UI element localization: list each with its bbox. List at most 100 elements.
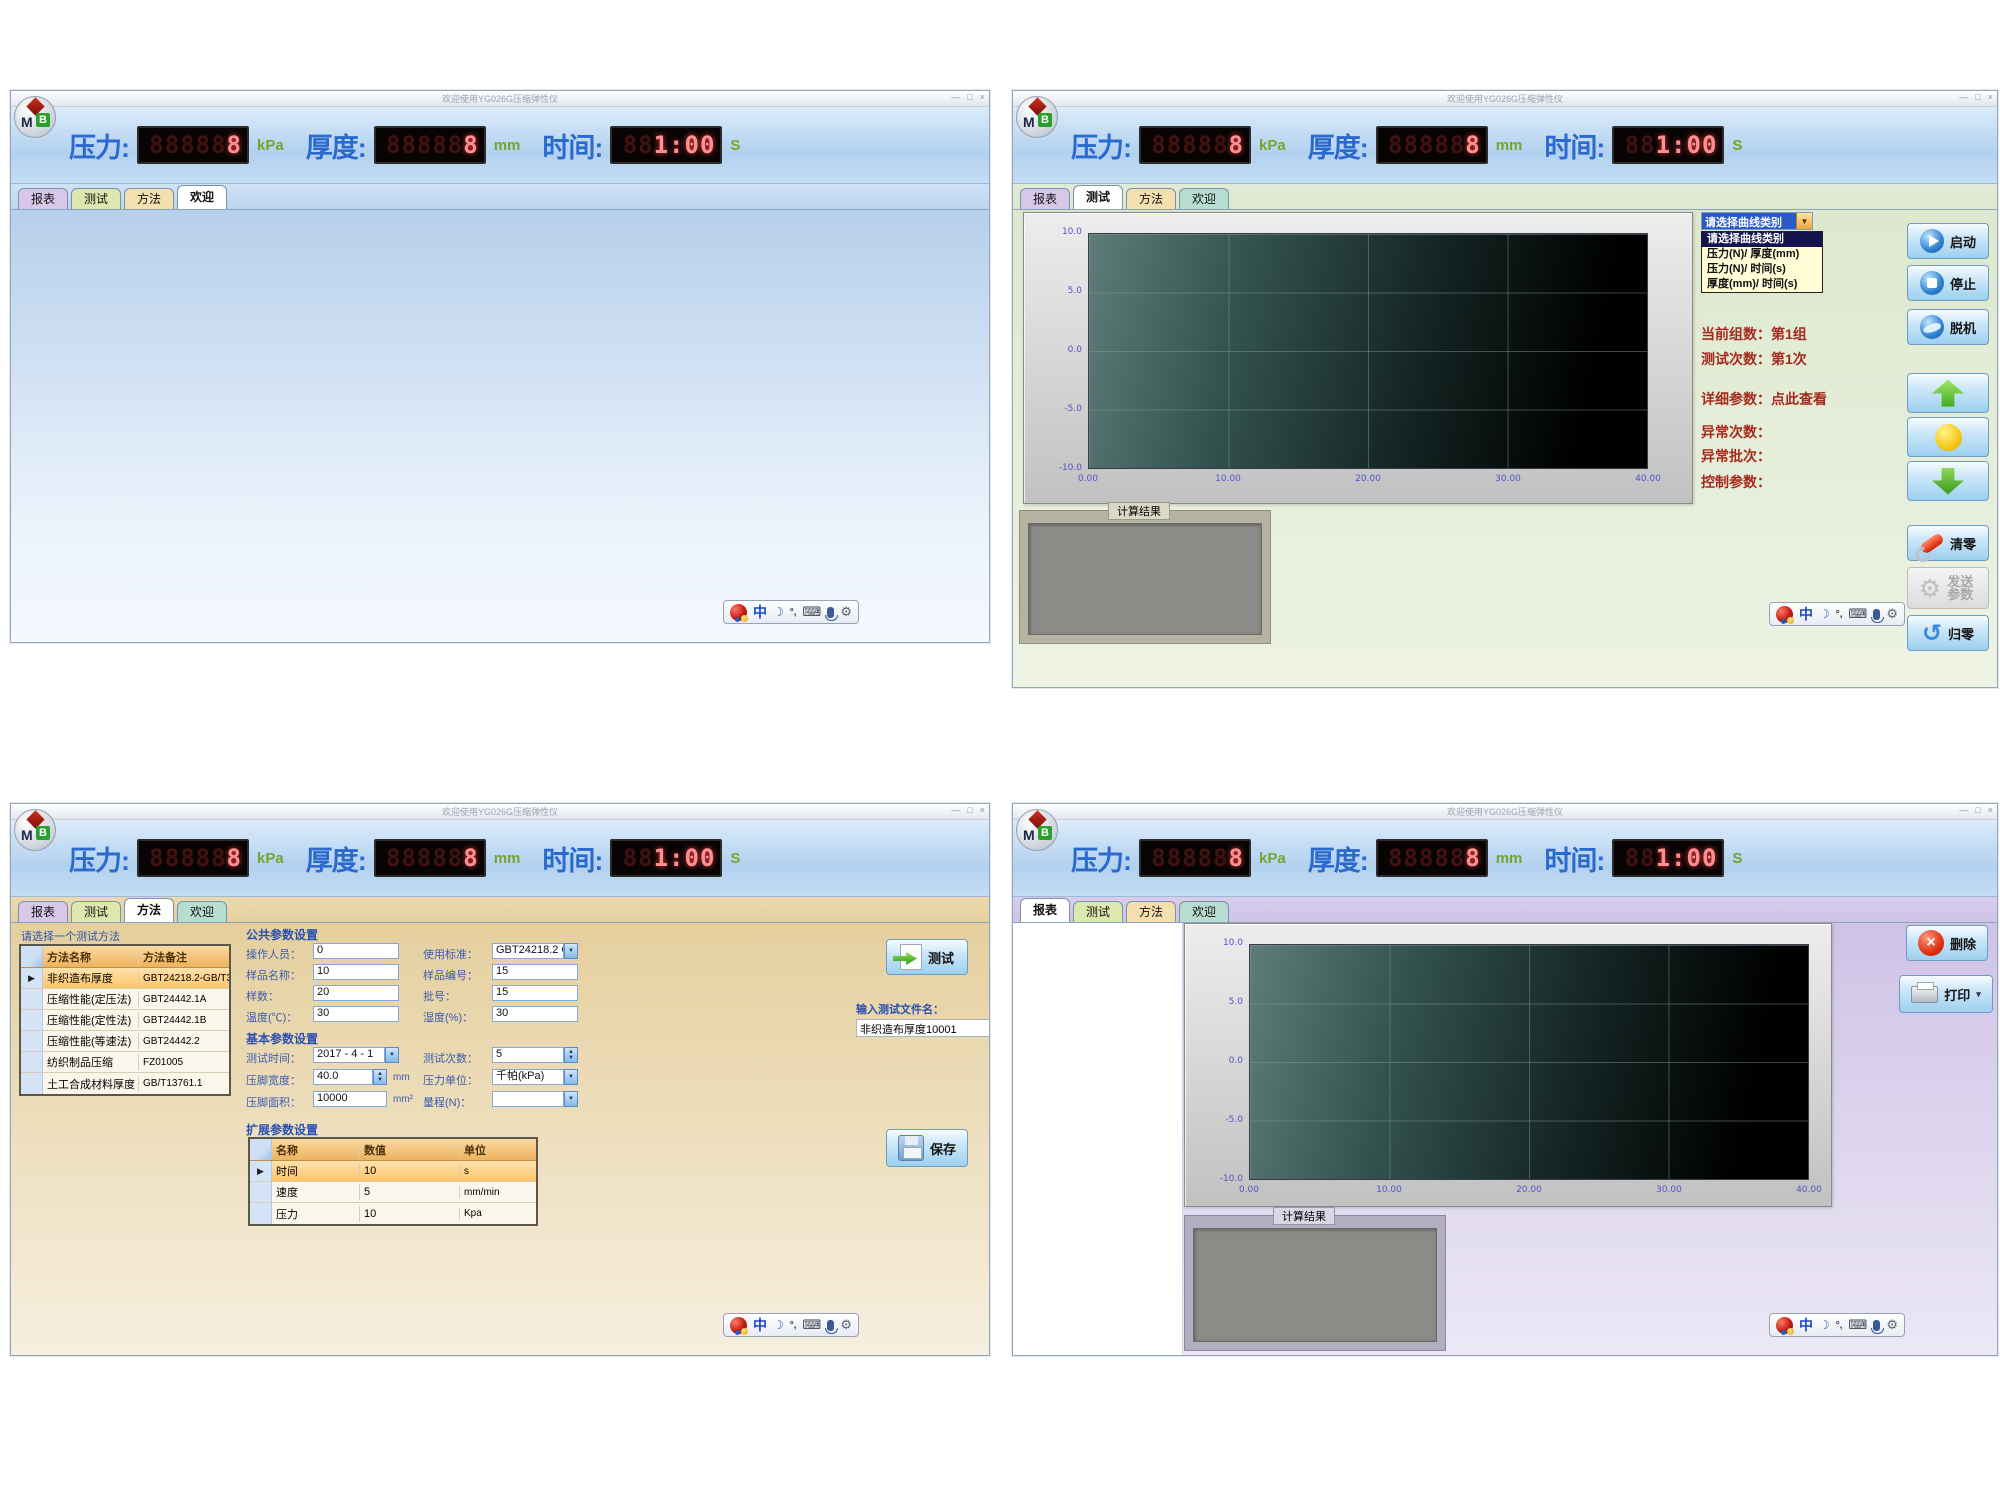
close-button[interactable]: × [1988,805,1993,815]
date-dropdown-icon[interactable]: ▼ [385,1047,399,1063]
minimize-button[interactable]: — [951,92,960,102]
stop-button[interactable]: 停止 [1907,265,1989,301]
tab-report[interactable]: 报表 [1020,188,1070,209]
close-button[interactable]: × [980,805,985,815]
presser-width-spinner[interactable]: 40.0 [313,1069,373,1085]
ime-keyboard-icon[interactable]: ⌨ [803,605,822,620]
range-dropdown-icon[interactable]: ▼ [564,1091,578,1107]
titlebar[interactable]: 欢迎使用YG026G压缩弹性仪 — □ × [1013,804,1997,820]
ime-microphone-icon[interactable] [827,607,834,618]
unit-dropdown-icon[interactable]: ▼ [564,1069,578,1085]
save-button[interactable]: 保存 [886,1129,968,1167]
spinner-icon[interactable]: ▲▼ [373,1069,387,1085]
offline-button[interactable]: 脱机 [1907,309,1989,345]
method-row[interactable]: 压缩性能(定压法) GBT24442.1A [21,989,229,1010]
ime-language-bar[interactable]: 中 ☽ °, ⌨ ⚙ [1769,602,1905,626]
ime-settings-icon[interactable]: ⚙ [840,1318,852,1333]
ime-settings-icon[interactable]: ⚙ [1886,1318,1898,1333]
delete-button[interactable]: × 删除 [1906,925,1988,961]
ime-fullhalf-icon[interactable]: ☽ [773,605,784,619]
dropdown-option[interactable]: 请选择曲线类别 [1702,232,1822,247]
dropdown-arrow-icon[interactable]: ▼ [1796,213,1812,229]
method-row[interactable]: 压缩性能(定性法) GBT24442.1B [21,1010,229,1031]
start-button[interactable]: 启动 [1907,223,1989,259]
dropdown-option[interactable]: 厚度(mm)/ 时间(s) [1702,277,1822,292]
temperature-input[interactable]: 30 [313,1006,399,1022]
dropdown-option[interactable]: 压力(N)/ 厚度(mm) [1702,247,1822,262]
ime-keyboard-icon[interactable]: ⌨ [1849,1318,1868,1333]
dropdown-option[interactable]: 压力(N)/ 时间(s) [1702,262,1822,277]
tab-method[interactable]: 方法 [124,188,174,209]
minimize-button[interactable]: — [1959,805,1968,815]
ime-language-bar[interactable]: 中 ☽ °, ⌨ ⚙ [723,1313,859,1337]
method-row[interactable]: 纺织制品压缩 FZ01005 [21,1052,229,1073]
hold-button[interactable] [1907,417,1989,457]
ime-logo-icon[interactable] [1776,1317,1793,1334]
curve-type-value[interactable]: 请选择曲线类别 [1702,213,1796,229]
maximize-button[interactable]: □ [967,92,972,102]
ime-language-icon[interactable]: 中 [753,1315,767,1335]
filename-input[interactable]: 非织造布厚度10001 [856,1019,989,1037]
maximize-button[interactable]: □ [1975,805,1980,815]
method-row[interactable]: 压缩性能(等速法) GBT24442.2 [21,1031,229,1052]
pressure-unit-select[interactable]: 千帕(kPa) [492,1069,564,1085]
method-row[interactable]: ▶ 非织造布厚度 GBT24218.2-GB/T3820 [21,968,229,989]
ime-punctuation-icon[interactable]: °, [1836,1320,1843,1331]
ime-fullhalf-icon[interactable]: ☽ [1819,1318,1830,1332]
extended-row[interactable]: 速度 5 mm/min [250,1182,536,1203]
send-params-button[interactable]: ⚙ 发送参数 [1907,567,1989,609]
test-count-spinner[interactable]: 5 [492,1047,564,1063]
ime-microphone-icon[interactable] [827,1320,834,1331]
tab-welcome[interactable]: 欢迎 [177,901,227,922]
move-up-button[interactable] [1907,373,1989,413]
humidity-input[interactable]: 30 [492,1006,578,1022]
ime-keyboard-icon[interactable]: ⌨ [803,1318,822,1333]
ime-language-icon[interactable]: 中 [1799,1315,1813,1335]
tab-test[interactable]: 测试 [1073,901,1123,922]
ime-language-icon[interactable]: 中 [753,602,767,622]
ime-microphone-icon[interactable] [1873,609,1880,620]
ime-language-bar[interactable]: 中 ☽ °, ⌨ ⚙ [1769,1313,1905,1337]
minimize-button[interactable]: — [1959,92,1968,102]
sample-count-input[interactable]: 20 [313,985,399,1001]
operator-input[interactable]: 0 [313,943,399,959]
maximize-button[interactable]: □ [1975,92,1980,102]
range-select[interactable] [492,1091,564,1107]
print-button[interactable]: 打印 ▾ [1899,975,1993,1013]
close-button[interactable]: × [1988,92,1993,102]
ime-microphone-icon[interactable] [1873,1320,1880,1331]
ime-fullhalf-icon[interactable]: ☽ [1819,607,1830,621]
ime-punctuation-icon[interactable]: °, [790,607,797,618]
tab-test[interactable]: 测试 [71,188,121,209]
tab-report[interactable]: 报表 [18,901,68,922]
tab-report[interactable]: 报表 [1020,898,1070,922]
tab-welcome[interactable]: 欢迎 [1179,188,1229,209]
tab-method[interactable]: 方法 [124,898,174,922]
batch-number-input[interactable]: 15 [492,985,578,1001]
standard-dropdown-icon[interactable]: ▼ [564,943,578,959]
tab-welcome[interactable]: 欢迎 [177,185,227,209]
extended-row[interactable]: ▶ 时间 10 s [250,1161,536,1182]
ime-logo-icon[interactable] [730,1317,747,1334]
ime-logo-icon[interactable] [730,604,747,621]
titlebar[interactable]: 欢迎使用YG026G压缩弹性仪 — □ × [11,91,989,107]
clear-zero-button[interactable]: 清零 [1907,525,1989,561]
tab-test[interactable]: 测试 [71,901,121,922]
ime-logo-icon[interactable] [1776,606,1793,623]
ime-settings-icon[interactable]: ⚙ [1886,607,1898,622]
spinner-icon[interactable]: ▲▼ [564,1047,578,1063]
method-row[interactable]: 土工合成材料厚度 GB/T13761.1 [21,1073,229,1094]
maximize-button[interactable]: □ [967,805,972,815]
move-down-button[interactable] [1907,461,1989,501]
tab-report[interactable]: 报表 [18,188,68,209]
tab-welcome[interactable]: 欢迎 [1179,901,1229,922]
titlebar[interactable]: 欢迎使用YG026G压缩弹性仪 — □ × [11,804,989,820]
presser-area-input[interactable]: 10000 [313,1091,387,1107]
sample-name-input[interactable]: 10 [313,964,399,980]
ime-language-icon[interactable]: 中 [1799,604,1813,624]
return-zero-button[interactable]: ↺ 归零 [1907,615,1989,651]
status-detail-params-link[interactable]: 详细参数：点此查看 [1701,389,1827,409]
ime-keyboard-icon[interactable]: ⌨ [1849,607,1868,622]
report-list-panel[interactable] [1013,923,1183,1355]
ime-settings-icon[interactable]: ⚙ [840,605,852,620]
